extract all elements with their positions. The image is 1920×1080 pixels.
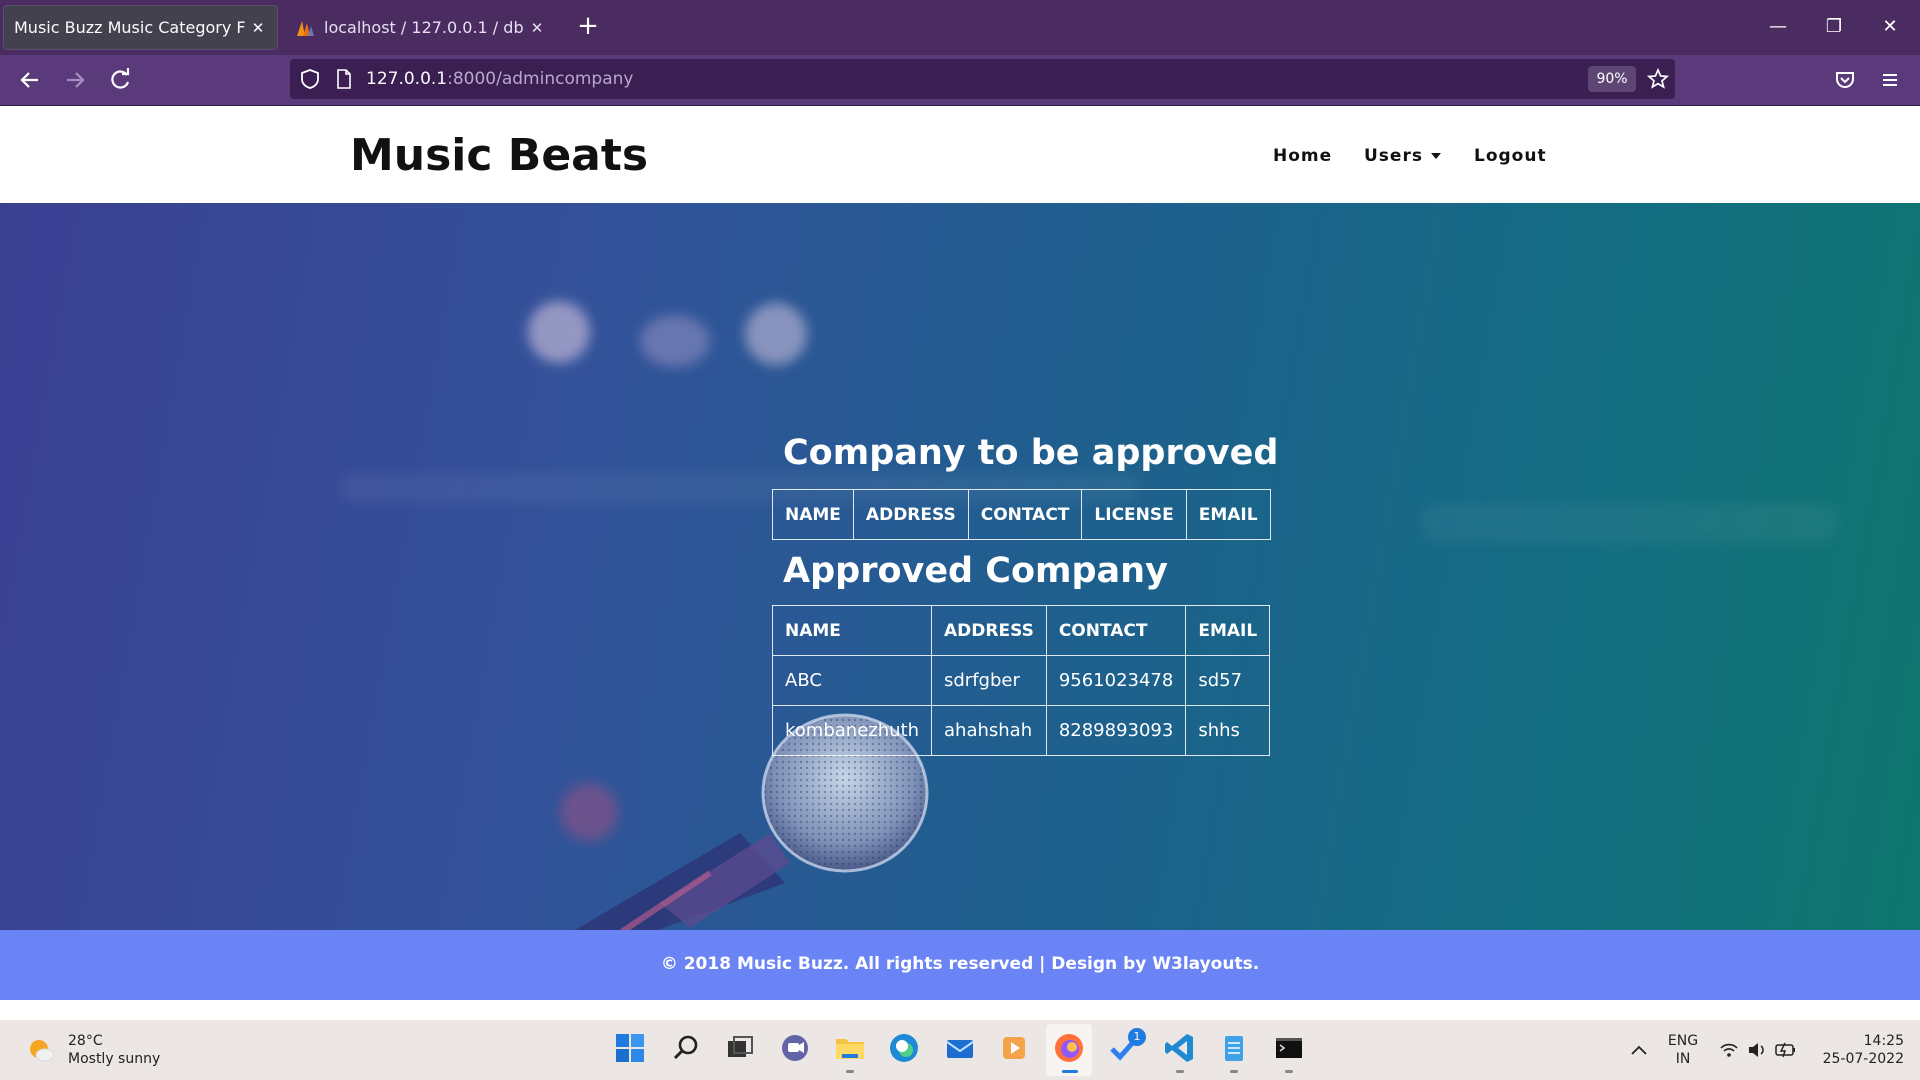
- table-row: ABC sdrfgber 9561023478 sd57: [772, 655, 1271, 706]
- zoom-badge[interactable]: 90%: [1588, 66, 1636, 92]
- page-icon: [337, 69, 351, 89]
- address-bar[interactable]: 127.0.0.1:8000/admincompany 90%: [290, 59, 1675, 99]
- approved-table: NAME ADDRESS CONTACT EMAIL ABC sdrfgber …: [772, 605, 1271, 756]
- site-header: Music Beats Home Users Logout: [0, 106, 1920, 203]
- minimize-icon[interactable]: —: [1758, 10, 1798, 44]
- mail-icon[interactable]: [942, 1030, 978, 1066]
- caret-down-icon: [1430, 153, 1441, 159]
- wifi-icon[interactable]: [1718, 1040, 1740, 1060]
- terminal-icon[interactable]: [1271, 1030, 1307, 1066]
- bokeh-light: [745, 303, 807, 365]
- col-name: NAME: [772, 489, 854, 540]
- file-explorer-icon[interactable]: [832, 1030, 868, 1066]
- cell-email: shhs: [1185, 705, 1271, 756]
- chevron-up-icon[interactable]: [1628, 1040, 1650, 1060]
- col-email: EMAIL: [1185, 605, 1271, 656]
- footer-copyright: © 2018 Music Buzz. All rights reserved |…: [660, 954, 1260, 974]
- region-code: IN: [1675, 1051, 1691, 1067]
- url-text[interactable]: 127.0.0.1:8000/admincompany: [366, 69, 633, 89]
- tab-phpmyadmin[interactable]: localhost / 127.0.0.1 / dbmusicb ✕: [284, 5, 556, 50]
- windows-start-icon[interactable]: [612, 1030, 648, 1066]
- tab-music-buzz[interactable]: Music Buzz Music Category Flat Boo ✕: [3, 5, 278, 50]
- active-indicator: [1062, 1070, 1078, 1073]
- col-address: ADDRESS: [931, 605, 1047, 656]
- col-contact: CONTACT: [967, 489, 1083, 540]
- close-icon[interactable]: ✕: [249, 19, 267, 37]
- tab-title: localhost / 127.0.0.1 / dbmusicb: [324, 18, 524, 37]
- cell-email: sd57: [1185, 655, 1271, 706]
- table-header-row: NAME ADDRESS CONTACT LICENSE EMAIL: [772, 489, 1271, 540]
- hero-section: Company to be approved NAME ADDRESS CONT…: [0, 203, 1920, 930]
- back-icon[interactable]: [13, 63, 47, 97]
- notification-badge: 1: [1128, 1028, 1146, 1046]
- col-address: ADDRESS: [852, 489, 969, 540]
- running-indicator: [1285, 1070, 1293, 1073]
- table-header-row: NAME ADDRESS CONTACT EMAIL: [772, 605, 1271, 656]
- browser-titlebar: Music Buzz Music Category Flat Boo ✕ loc…: [0, 0, 1920, 55]
- restore-icon[interactable]: ❐: [1814, 10, 1854, 44]
- bokeh-light: [640, 315, 710, 367]
- approved-title: Approved Company: [783, 551, 1168, 591]
- pending-title: Company to be approved: [783, 433, 1279, 473]
- bokeh-light: [528, 301, 590, 363]
- cell-address: ahahshah: [931, 705, 1047, 756]
- cell-contact: 9561023478: [1045, 655, 1187, 706]
- media-player-icon[interactable]: [996, 1030, 1032, 1066]
- reload-icon[interactable]: [103, 63, 137, 97]
- url-path: :8000/admincompany: [447, 69, 634, 89]
- firefox-icon[interactable]: [1051, 1030, 1087, 1066]
- forward-icon[interactable]: [58, 63, 92, 97]
- clock[interactable]: 14:25 25-07-2022: [1812, 1032, 1904, 1068]
- nav-users-label: Users: [1364, 146, 1423, 166]
- shield-icon[interactable]: [299, 68, 321, 90]
- url-host: 127.0.0.1: [366, 69, 448, 89]
- cell-contact: 8289893093: [1045, 705, 1187, 756]
- new-tab-button[interactable]: +: [573, 12, 603, 42]
- nav-users[interactable]: Users: [1364, 146, 1441, 166]
- running-indicator: [846, 1070, 854, 1073]
- battery-icon[interactable]: [1774, 1040, 1798, 1060]
- nav-logout[interactable]: Logout: [1474, 146, 1547, 166]
- lang-code: ENG: [1667, 1033, 1699, 1049]
- site-footer: © 2018 Music Buzz. All rights reserved |…: [0, 930, 1920, 1000]
- weather-desc: Mostly sunny: [68, 1051, 161, 1067]
- volume-icon[interactable]: [1746, 1040, 1768, 1060]
- weather-widget[interactable]: 28°C Mostly sunny: [26, 1032, 160, 1068]
- sun-cloud-icon: [30, 1040, 55, 1062]
- cell-name: ABC: [772, 655, 932, 706]
- tab-title: Music Buzz Music Category Flat Boo: [14, 18, 245, 37]
- site-logo[interactable]: Music Beats: [350, 130, 648, 181]
- notepad-icon[interactable]: [1216, 1030, 1252, 1066]
- page-bottom: [0, 1000, 1920, 1020]
- date: 25-07-2022: [1822, 1051, 1904, 1067]
- teams-chat-icon[interactable]: [777, 1030, 813, 1066]
- cell-name: kombanezhuth: [772, 705, 932, 756]
- cell-address: sdrfgber: [931, 655, 1047, 706]
- vscode-icon[interactable]: [1162, 1030, 1198, 1066]
- close-icon[interactable]: ✕: [528, 19, 546, 37]
- weather-temp: 28°C: [68, 1033, 103, 1049]
- close-window-icon[interactable]: ✕: [1870, 10, 1910, 44]
- col-name: NAME: [772, 605, 932, 656]
- edge-browser-icon[interactable]: [886, 1030, 922, 1066]
- time: 14:25: [1863, 1033, 1904, 1049]
- running-indicator: [1176, 1070, 1184, 1073]
- bokeh-light: [1420, 503, 1840, 543]
- running-indicator: [1230, 1070, 1238, 1073]
- col-email: EMAIL: [1185, 489, 1271, 540]
- search-icon[interactable]: [668, 1030, 704, 1066]
- browser-navbar: 127.0.0.1:8000/admincompany 90%: [0, 55, 1920, 105]
- pocket-icon[interactable]: [1828, 63, 1862, 97]
- nav-home[interactable]: Home: [1273, 146, 1332, 166]
- phpmyadmin-icon: [297, 20, 314, 36]
- menu-icon[interactable]: [1873, 63, 1907, 97]
- language-indicator[interactable]: ENG IN: [1664, 1032, 1702, 1068]
- col-contact: CONTACT: [1045, 605, 1187, 656]
- task-view-icon[interactable]: [722, 1030, 758, 1066]
- col-license: LICENSE: [1081, 489, 1187, 540]
- pending-table: NAME ADDRESS CONTACT LICENSE EMAIL: [772, 489, 1271, 540]
- taskbar: 28°C Mostly sunny 1 ENG IN 14:25 25-07-2…: [0, 1020, 1920, 1080]
- table-row: kombanezhuth ahahshah 8289893093 shhs: [772, 705, 1271, 756]
- bookmark-star-icon[interactable]: [1646, 67, 1670, 91]
